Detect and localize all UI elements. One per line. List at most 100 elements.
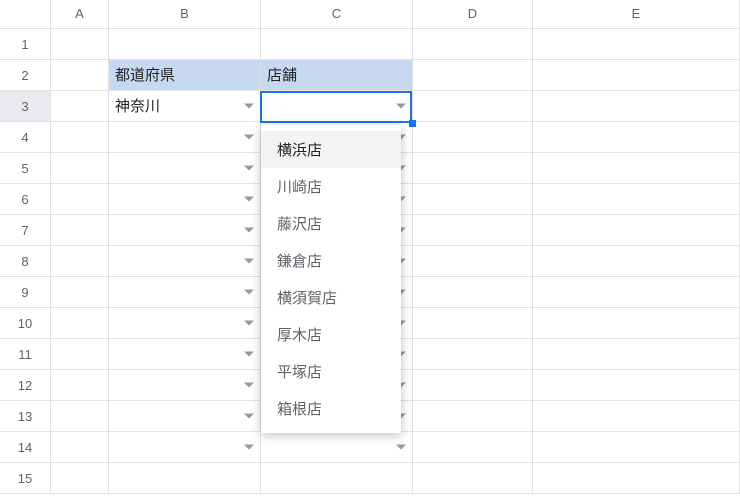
cell-B2[interactable]: 都道府県 [109,60,261,90]
cell-D5[interactable] [413,153,533,183]
dropdown-arrow-icon[interactable] [244,445,254,450]
cell-E8[interactable] [533,246,740,276]
cell-C1[interactable] [261,29,413,59]
cell-C3[interactable] [261,91,413,121]
dropdown-option[interactable]: 平塚店 [261,353,401,390]
cell-B9[interactable] [109,277,261,307]
cell-E7[interactable] [533,215,740,245]
cell-B4[interactable] [109,122,261,152]
cell-A8[interactable] [51,246,109,276]
cell-E14[interactable] [533,432,740,462]
data-validation-dropdown[interactable]: 横浜店川崎店藤沢店鎌倉店横須賀店厚木店平塚店箱根店 [261,125,401,433]
cell-D13[interactable] [413,401,533,431]
cell-D1[interactable] [413,29,533,59]
cell-A2[interactable] [51,60,109,90]
cell-D15[interactable] [413,463,533,493]
cell-B12[interactable] [109,370,261,400]
cell-B7[interactable] [109,215,261,245]
dropdown-arrow-icon[interactable] [244,197,254,202]
cell-A6[interactable] [51,184,109,214]
row-header-4[interactable]: 4 [0,122,51,152]
cell-D12[interactable] [413,370,533,400]
column-header-C[interactable]: C [261,0,413,28]
cell-D8[interactable] [413,246,533,276]
row-header-10[interactable]: 10 [0,308,51,338]
cell-D9[interactable] [413,277,533,307]
dropdown-arrow-icon[interactable] [244,259,254,264]
cell-E11[interactable] [533,339,740,369]
cell-A12[interactable] [51,370,109,400]
cell-E1[interactable] [533,29,740,59]
cell-C2[interactable]: 店舗 [261,60,413,90]
cell-B8[interactable] [109,246,261,276]
cell-B10[interactable] [109,308,261,338]
row-header-14[interactable]: 14 [0,432,51,462]
select-all-corner[interactable] [0,0,51,28]
fill-handle[interactable] [409,120,416,127]
dropdown-arrow-icon[interactable] [396,445,406,450]
cell-C15[interactable] [261,463,413,493]
cell-E12[interactable] [533,370,740,400]
dropdown-arrow-icon[interactable] [244,228,254,233]
cell-D2[interactable] [413,60,533,90]
row-header-3[interactable]: 3 [0,91,51,121]
column-header-D[interactable]: D [413,0,533,28]
cell-E13[interactable] [533,401,740,431]
cell-B6[interactable] [109,184,261,214]
row-header-8[interactable]: 8 [0,246,51,276]
cell-D11[interactable] [413,339,533,369]
dropdown-option[interactable]: 厚木店 [261,316,401,353]
row-header-15[interactable]: 15 [0,463,51,493]
cell-B5[interactable] [109,153,261,183]
dropdown-arrow-icon[interactable] [244,383,254,388]
cell-A5[interactable] [51,153,109,183]
row-header-1[interactable]: 1 [0,29,51,59]
cell-D10[interactable] [413,308,533,338]
row-header-11[interactable]: 11 [0,339,51,369]
cell-D14[interactable] [413,432,533,462]
dropdown-arrow-icon[interactable] [244,135,254,140]
cell-D7[interactable] [413,215,533,245]
column-header-B[interactable]: B [109,0,261,28]
dropdown-option[interactable]: 箱根店 [261,390,401,427]
cell-D4[interactable] [413,122,533,152]
cell-B1[interactable] [109,29,261,59]
row-header-6[interactable]: 6 [0,184,51,214]
cell-B13[interactable] [109,401,261,431]
dropdown-option[interactable]: 横須賀店 [261,279,401,316]
cell-E10[interactable] [533,308,740,338]
cell-A3[interactable] [51,91,109,121]
cell-C14[interactable] [261,432,413,462]
cell-E5[interactable] [533,153,740,183]
row-header-9[interactable]: 9 [0,277,51,307]
row-header-7[interactable]: 7 [0,215,51,245]
cell-A9[interactable] [51,277,109,307]
row-header-5[interactable]: 5 [0,153,51,183]
cell-B15[interactable] [109,463,261,493]
cell-D3[interactable] [413,91,533,121]
dropdown-option[interactable]: 藤沢店 [261,205,401,242]
cell-A10[interactable] [51,308,109,338]
dropdown-arrow-icon[interactable] [244,166,254,171]
cell-A4[interactable] [51,122,109,152]
dropdown-arrow-icon[interactable] [244,352,254,357]
dropdown-arrow-icon[interactable] [244,290,254,295]
dropdown-option[interactable]: 鎌倉店 [261,242,401,279]
cell-E3[interactable] [533,91,740,121]
dropdown-arrow-icon[interactable] [244,104,254,109]
dropdown-option[interactable]: 横浜店 [261,131,401,168]
dropdown-option[interactable]: 川崎店 [261,168,401,205]
cell-B14[interactable] [109,432,261,462]
cell-E15[interactable] [533,463,740,493]
cell-E9[interactable] [533,277,740,307]
cell-A14[interactable] [51,432,109,462]
cell-B11[interactable] [109,339,261,369]
cell-A11[interactable] [51,339,109,369]
dropdown-arrow-icon[interactable] [396,104,406,109]
cell-E6[interactable] [533,184,740,214]
cell-A13[interactable] [51,401,109,431]
cell-E2[interactable] [533,60,740,90]
column-header-A[interactable]: A [51,0,109,28]
cell-A15[interactable] [51,463,109,493]
cell-B3[interactable]: 神奈川 [109,91,261,121]
